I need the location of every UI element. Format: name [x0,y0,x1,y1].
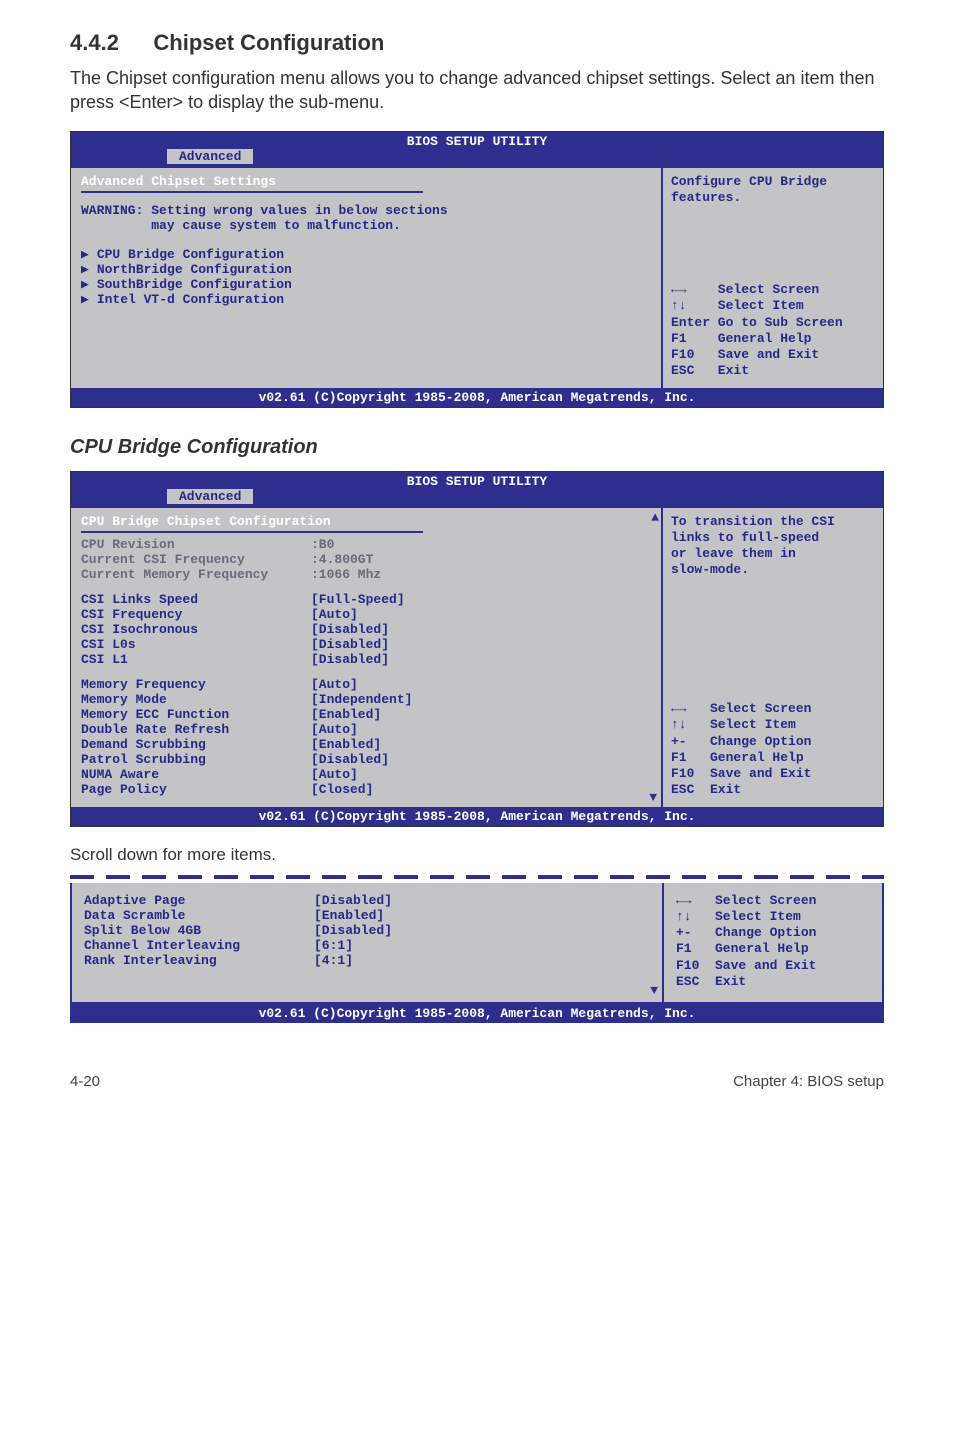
static-row: Current CSI Frequency:4.800GT [81,552,651,567]
option-split-below-4gb[interactable]: Split Below 4GB[Disabled] [84,923,652,938]
option-demand-scrubbing[interactable]: Demand Scrubbing[Enabled] [81,737,651,752]
option-page-policy[interactable]: Page Policy[Closed] [81,782,651,797]
panel-title: CPU Bridge Chipset Configuration [81,514,651,529]
triangle-icon: ▶ [81,292,89,307]
submenu-cpu-bridge[interactable]: ▶ CPU Bridge Configuration [81,247,651,262]
bios-footer: v02.61 (C)Copyright 1985-2008, American … [71,807,883,826]
option-csi-l0s[interactable]: CSI L0s[Disabled] [81,637,651,652]
option-memory-ecc[interactable]: Memory ECC Function[Enabled] [81,707,651,722]
bios-fragment: Adaptive Page[Disabled] Data Scramble[En… [70,875,884,1024]
bios-help-panel: Configure CPU Bridge features. ←→ Select… [663,168,883,388]
option-channel-interleaving[interactable]: Channel Interleaving[6:1] [84,938,652,953]
submenu-northbridge[interactable]: ▶ NorthBridge Configuration [81,262,651,277]
option-csi-links-speed[interactable]: CSI Links Speed[Full-Speed] [81,592,651,607]
subheading: CPU Bridge Configuration [70,436,884,459]
option-memory-frequency[interactable]: Memory Frequency[Auto] [81,677,651,692]
submenu-label: SouthBridge Configuration [97,277,292,292]
nav-help: ←→ Select Screen ↑↓ Select Item Enter Go… [671,282,875,380]
intro-text: The Chipset configuration menu allows yo… [70,66,884,115]
submenu-southbridge[interactable]: ▶ SouthBridge Configuration [81,277,651,292]
option-csi-l1[interactable]: CSI L1[Disabled] [81,652,651,667]
scroll-down-icon[interactable]: ▼ [650,983,658,998]
bios-footer: v02.61 (C)Copyright 1985-2008, American … [70,1004,884,1023]
submenu-label: Intel VT-d Configuration [97,292,284,307]
section-title: Chipset Configuration [153,30,384,55]
bios-left-panel: Advanced Chipset Settings WARNING: Setti… [71,168,663,388]
tab-advanced[interactable]: Advanced [167,489,253,504]
help-text: Configure CPU Bridge features. [671,174,875,207]
submenu-label: CPU Bridge Configuration [97,247,284,262]
option-memory-mode[interactable]: Memory Mode[Independent] [81,692,651,707]
bios-footer: v02.61 (C)Copyright 1985-2008, American … [71,388,883,407]
bios-left-panel: ▲ CPU Bridge Chipset Configuration CPU R… [71,508,663,807]
triangle-icon: ▶ [81,262,89,277]
option-double-rate-refresh[interactable]: Double Rate Refresh[Auto] [81,722,651,737]
section-number: 4.4.2 [70,30,119,55]
static-row: CPU Revision:B0 [81,537,651,552]
help-text: To transition the CSI links to full-spee… [671,514,875,579]
bios-title: BIOS SETUP UTILITY [71,132,883,149]
static-row: Current Memory Frequency:1066 Mhz [81,567,651,582]
submenu-label: NorthBridge Configuration [97,262,292,277]
panel-title: Advanced Chipset Settings [81,174,651,189]
option-numa-aware[interactable]: NUMA Aware[Auto] [81,767,651,782]
page-chapter: Chapter 4: BIOS setup [733,1073,884,1090]
bios-window-chipset: BIOS SETUP UTILITY Advanced Advanced Chi… [70,131,884,408]
warning-line-1: WARNING: Setting wrong values in below s… [81,203,651,218]
option-adaptive-page[interactable]: Adaptive Page[Disabled] [84,893,652,908]
bios-tabs: Advanced [71,489,883,506]
scroll-note: Scroll down for more items. [70,845,884,865]
bios-help-panel: ←→ Select Screen ↑↓ Select Item +- Chang… [664,883,884,1005]
bios-help-panel: To transition the CSI links to full-spee… [663,508,883,807]
scroll-up-icon[interactable]: ▲ [651,510,659,525]
option-patrol-scrubbing[interactable]: Patrol Scrubbing[Disabled] [81,752,651,767]
bios-title: BIOS SETUP UTILITY [71,472,883,489]
bios-left-panel: Adaptive Page[Disabled] Data Scramble[En… [70,883,664,1005]
tab-advanced[interactable]: Advanced [167,149,253,164]
warning-line-2: may cause system to malfunction. [81,218,651,233]
dashed-top-border [70,875,884,879]
divider [81,191,423,193]
nav-help: ←→ Select Screen ↑↓ Select Item +- Chang… [671,701,875,799]
nav-help: ←→ Select Screen ↑↓ Select Item +- Chang… [676,893,872,991]
page-footer: 4-20 Chapter 4: BIOS setup [70,1073,884,1090]
page-number: 4-20 [70,1073,100,1090]
option-csi-frequency[interactable]: CSI Frequency[Auto] [81,607,651,622]
scroll-down-icon[interactable]: ▼ [649,790,657,805]
divider [81,531,423,533]
section-heading: 4.4.2 Chipset Configuration [70,30,884,56]
bios-tabs: Advanced [71,149,883,166]
triangle-icon: ▶ [81,277,89,292]
option-csi-isochronous[interactable]: CSI Isochronous[Disabled] [81,622,651,637]
triangle-icon: ▶ [81,247,89,262]
option-rank-interleaving[interactable]: Rank Interleaving[4:1] [84,953,652,968]
option-data-scramble[interactable]: Data Scramble[Enabled] [84,908,652,923]
submenu-intel-vtd[interactable]: ▶ Intel VT-d Configuration [81,292,651,307]
bios-window-cpubridge: BIOS SETUP UTILITY Advanced ▲ CPU Bridge… [70,471,884,827]
